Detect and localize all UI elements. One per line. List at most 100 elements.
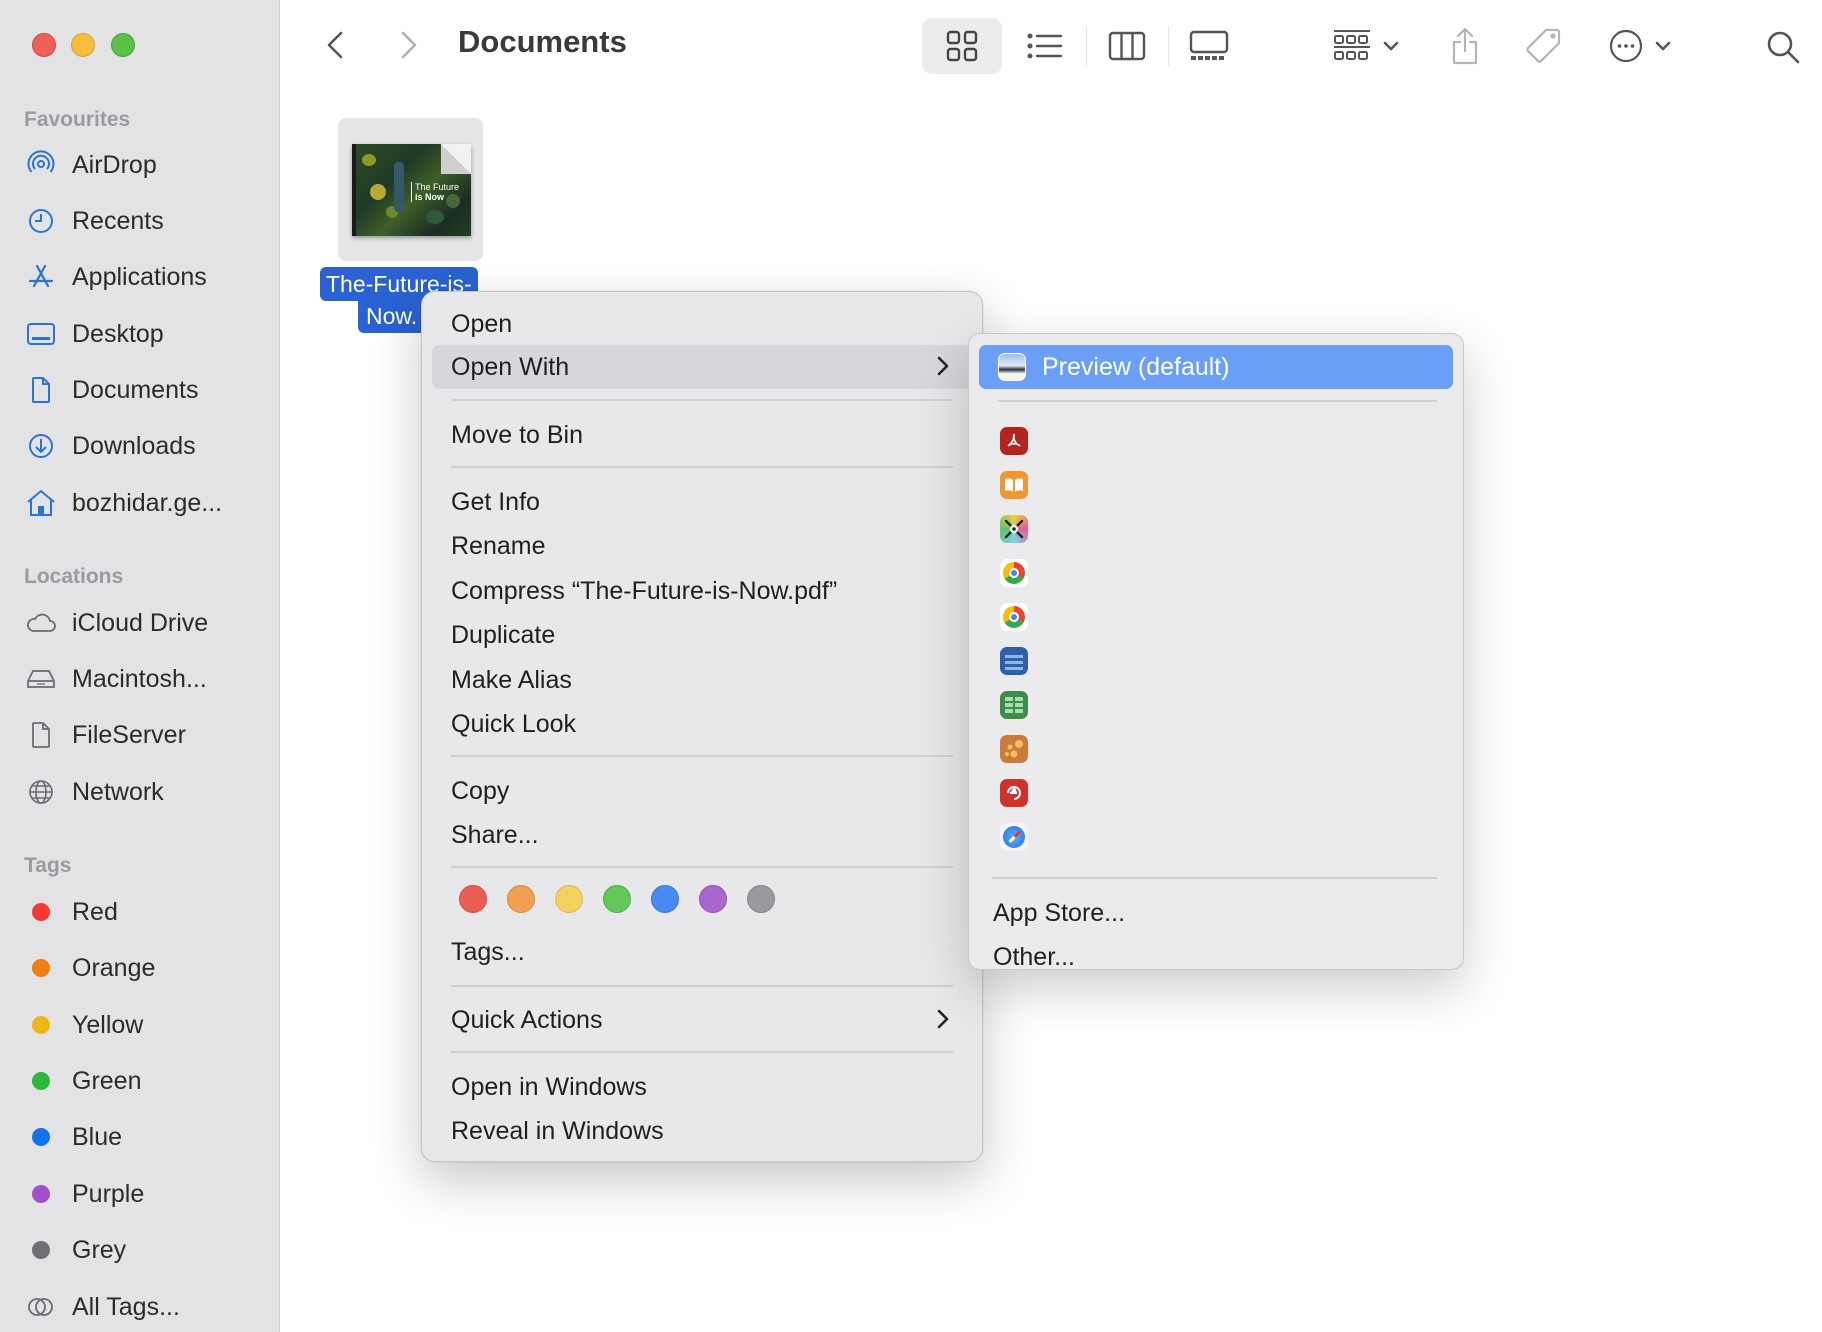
menu-tag-purple[interactable] — [699, 885, 727, 913]
menu-tag-orange[interactable] — [507, 885, 535, 913]
menu-item-get-info[interactable]: Get Info — [432, 480, 972, 524]
chrome-app-item[interactable] — [1000, 603, 1028, 631]
menu-tag-red[interactable] — [459, 885, 487, 913]
back-button[interactable] — [318, 26, 352, 64]
menu-item-open-in-windows[interactable]: Open in Windows — [432, 1065, 972, 1109]
menu-item-move-to-bin[interactable]: Move to Bin — [432, 413, 972, 457]
locations-heading: Locations — [24, 565, 124, 588]
sidebar-item-label: Downloads — [72, 431, 196, 460]
cloud-icon — [24, 608, 58, 638]
sidebar-item-fileserver[interactable]: FileServer — [24, 713, 269, 757]
submenu-item-other[interactable]: Other... — [979, 935, 1453, 979]
safari-icon — [1003, 826, 1025, 848]
share-icon — [1452, 27, 1478, 65]
sidebar-tag-blue[interactable]: Blue — [24, 1115, 269, 1159]
sidebar-item-desktop[interactable]: Desktop — [24, 312, 269, 356]
sidebar-item-airdrop[interactable]: AirDrop — [24, 143, 269, 187]
sidebar-item-label: Orange — [72, 953, 156, 982]
submenu-item-label: Preview (default) — [1042, 352, 1230, 381]
document-icon — [24, 375, 58, 405]
sidebar-tag-grey[interactable]: Grey — [24, 1228, 269, 1272]
desktop-icon — [24, 319, 58, 349]
menu-item-share[interactable]: Share... — [432, 813, 972, 857]
share-button[interactable] — [1440, 18, 1490, 74]
menu-tag-blue[interactable] — [651, 885, 679, 913]
chevron-down-icon — [1655, 41, 1671, 51]
menu-item-duplicate[interactable]: Duplicate — [432, 613, 972, 657]
menu-item-rename[interactable]: Rename — [432, 524, 972, 568]
sidebar-item-label: bozhidar.ge... — [72, 488, 223, 517]
sidebar-item-recents[interactable]: Recents — [24, 199, 269, 243]
menu-separator — [451, 1051, 953, 1053]
ellipsis-circle-icon — [1609, 29, 1643, 63]
menu-item-tags[interactable]: Tags... — [432, 930, 972, 974]
group-by-button[interactable] — [1326, 18, 1406, 74]
menu-item-compress[interactable]: Compress “The-Future-is-Now.pdf” — [432, 569, 972, 613]
books-icon — [1005, 478, 1023, 492]
color-utility-app-item[interactable] — [1000, 515, 1028, 543]
menu-tag-grey[interactable] — [747, 885, 775, 913]
menu-item-reveal-in-windows[interactable]: Reveal in Windows — [432, 1109, 972, 1153]
favourites-heading: Favourites — [24, 108, 131, 131]
thumbnail-title: The Future is Now — [411, 182, 459, 202]
download-icon — [24, 431, 58, 461]
toolbar-divider — [1168, 26, 1169, 66]
menu-tag-green[interactable] — [603, 885, 631, 913]
sidebar-item-label: Documents — [72, 375, 199, 404]
sidebar-item-icloud-drive[interactable]: iCloud Drive — [24, 601, 269, 645]
sidebar-tag-purple[interactable]: Purple — [24, 1172, 269, 1216]
sidebar-item-applications[interactable]: Applications — [24, 255, 269, 299]
home-icon — [24, 488, 58, 518]
sidebar-all-tags[interactable]: All Tags... — [24, 1285, 269, 1329]
sidebar-item-home[interactable]: bozhidar.ge... — [24, 481, 269, 525]
pdf-app-item[interactable] — [1000, 779, 1028, 807]
menu-item-copy[interactable]: Copy — [432, 769, 972, 813]
tag-dot-grey-icon — [32, 1241, 50, 1259]
sidebar-item-label: Recents — [72, 206, 164, 235]
menu-item-quick-look[interactable]: Quick Look — [432, 702, 972, 746]
menu-item-open[interactable]: Open — [432, 302, 972, 346]
acrobat-app-item[interactable] — [1000, 427, 1028, 455]
forward-button[interactable] — [392, 26, 426, 64]
close-window-button[interactable] — [32, 33, 56, 57]
spreadsheet-app-item[interactable] — [1000, 691, 1028, 719]
search-icon — [1767, 31, 1800, 64]
minimize-window-button[interactable] — [71, 33, 95, 57]
tiles-app-item[interactable] — [1000, 735, 1028, 763]
chrome-app-item[interactable] — [1000, 559, 1028, 587]
sidebar-tag-yellow[interactable]: Yellow — [24, 1003, 269, 1047]
tag-icon — [1526, 28, 1561, 63]
sidebar-tag-green[interactable]: Green — [24, 1059, 269, 1103]
menu-separator — [451, 399, 953, 401]
menu-item-make-alias[interactable]: Make Alias — [432, 658, 972, 702]
gallery-view-button[interactable] — [1174, 18, 1244, 74]
sidebar-item-documents[interactable]: Documents — [24, 368, 269, 412]
tag-dot-yellow-icon — [32, 1016, 50, 1034]
more-actions-button[interactable] — [1600, 18, 1680, 74]
document-app-item[interactable] — [1000, 647, 1028, 675]
sidebar-item-label: Applications — [72, 262, 207, 291]
menu-item-quick-actions[interactable]: Quick Actions — [432, 998, 972, 1042]
tag-dot-green-icon — [32, 1072, 50, 1090]
sidebar-tag-red[interactable]: Red — [24, 890, 269, 934]
sidebar-tag-orange[interactable]: Orange — [24, 946, 269, 990]
icon-view-button[interactable] — [922, 18, 1002, 74]
books-app-item[interactable] — [1000, 471, 1028, 499]
list-view-button[interactable] — [1010, 18, 1080, 74]
sidebar-item-network[interactable]: Network — [24, 770, 269, 814]
submenu-item-preview[interactable]: Preview (default) — [979, 345, 1453, 389]
color-utility-icon — [1004, 519, 1024, 539]
submenu-item-app-store[interactable]: App Store... — [979, 891, 1453, 935]
menu-item-open-with[interactable]: Open With — [432, 345, 972, 389]
file-thumbnail: The Future is Now — [352, 144, 471, 236]
sidebar-item-macintosh[interactable]: Macintosh... — [24, 657, 269, 701]
all-tags-icon — [24, 1292, 58, 1322]
search-button[interactable] — [1760, 22, 1806, 72]
sidebar-item-label: Macintosh... — [72, 664, 207, 693]
sidebar-item-downloads[interactable]: Downloads — [24, 424, 269, 468]
tag-button[interactable] — [1516, 18, 1570, 74]
safari-app-item[interactable] — [1000, 823, 1028, 851]
column-view-button[interactable] — [1092, 18, 1162, 74]
zoom-window-button[interactable] — [111, 33, 135, 57]
menu-tag-yellow[interactable] — [555, 885, 583, 913]
